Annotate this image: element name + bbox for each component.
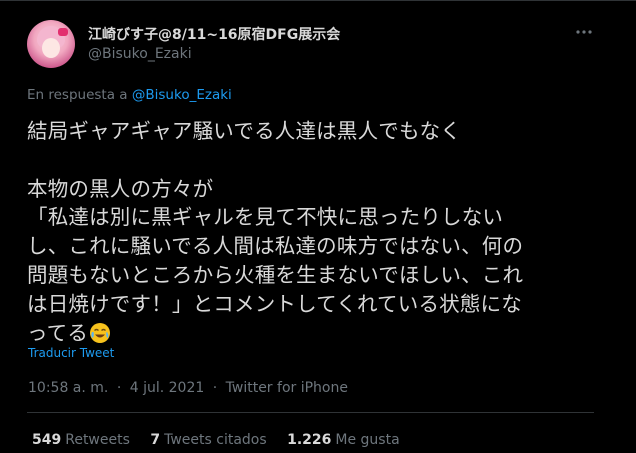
translate-tweet-link[interactable]: Traducir Tweet bbox=[28, 346, 114, 360]
reply-prefix: En respuesta a bbox=[27, 87, 128, 103]
author-display-name[interactable]: 江崎びす子@8/11~16原宿DFG展示会 bbox=[88, 24, 340, 44]
tweet-time[interactable]: 10:58 a. m. bbox=[28, 380, 108, 396]
more-options-icon[interactable] bbox=[572, 22, 596, 42]
tweet-source[interactable]: Twitter for iPhone bbox=[226, 380, 348, 396]
divider bbox=[27, 412, 594, 413]
tweet-stats: 549 Retweets 7 Tweets citados 1.226 Me gust… bbox=[32, 432, 416, 448]
meta-separator: · bbox=[116, 380, 122, 396]
author-handle[interactable]: @Bisuko_Ezaki bbox=[88, 46, 192, 62]
reply-mention-link[interactable]: @Bisuko_Ezaki bbox=[132, 87, 232, 103]
tweet-metadata: 10:58 a. m. · 4 jul. 2021 · Twitter for … bbox=[28, 380, 348, 396]
retweets-count: 549 bbox=[32, 432, 62, 448]
likes-label: Me gusta bbox=[335, 432, 400, 448]
retweets-stat[interactable]: 549 Retweets bbox=[32, 432, 130, 448]
tweet-card: 江崎びす子@8/11~16原宿DFG展示会 @Bisuko_Ezaki En r… bbox=[0, 0, 636, 453]
tweet-text: 結局ギャアギャア騒いでる人達は黒人でもなく 本物の黒人の方々が 「私達は別に黒ギ… bbox=[27, 117, 587, 347]
likes-count: 1.226 bbox=[287, 432, 332, 448]
avatar-face bbox=[42, 38, 60, 58]
likes-stat[interactable]: 1.226 Me gusta bbox=[287, 432, 400, 448]
reply-context: En respuesta a @Bisuko_Ezaki bbox=[27, 87, 232, 103]
tweet-body: 結局ギャアギャア騒いでる人達は黒人でもなく 本物の黒人の方々が 「私達は別に黒ギ… bbox=[27, 119, 524, 345]
top-border bbox=[0, 0, 636, 1]
quote-tweets-stat[interactable]: 7 Tweets citados bbox=[150, 432, 266, 448]
avatar-bow bbox=[58, 28, 68, 36]
tweet-date[interactable]: 4 jul. 2021 bbox=[130, 380, 205, 396]
avatar[interactable] bbox=[27, 20, 75, 68]
quotes-count: 7 bbox=[150, 432, 161, 448]
quotes-label: Tweets citados bbox=[164, 432, 267, 448]
meta-separator: · bbox=[212, 380, 218, 396]
retweets-label: Retweets bbox=[65, 432, 130, 448]
face-with-tears-of-joy-icon bbox=[90, 322, 111, 343]
